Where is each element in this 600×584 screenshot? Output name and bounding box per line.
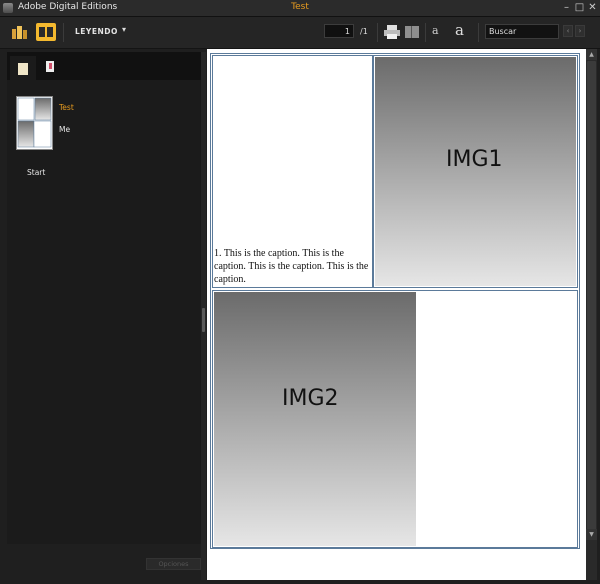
tab-thumbnails[interactable]: [10, 56, 36, 80]
toolbar-separator: [425, 23, 426, 42]
fit-page-icon[interactable]: [403, 24, 421, 40]
img2-row: IMG2: [212, 290, 578, 548]
img2-label: IMG2: [282, 386, 339, 411]
tab-bookmarks[interactable]: [37, 56, 63, 80]
page-total: /1: [360, 27, 368, 36]
reading-view-icon[interactable]: [36, 23, 56, 41]
search-prev-button[interactable]: ‹: [563, 25, 573, 37]
printer-icon[interactable]: [383, 24, 401, 40]
toc-item-me[interactable]: Me: [59, 125, 70, 134]
sidebar-tabs: [7, 52, 201, 80]
library-books-icon[interactable]: [11, 24, 29, 40]
caption-cell: 1. This is the caption. This is the capt…: [212, 55, 373, 288]
img1-label: IMG1: [446, 147, 503, 172]
options-button[interactable]: Opciones: [146, 558, 201, 570]
toolbar-separator: [377, 23, 378, 42]
splitter-handle[interactable]: [202, 308, 205, 332]
toolbar-separator: [478, 23, 479, 42]
document-view: 1. This is the caption. This is the capt…: [207, 49, 586, 580]
img2-image: [214, 292, 416, 546]
img1-cell: IMG1: [373, 55, 578, 288]
page-thumbnail[interactable]: [16, 96, 53, 150]
minimize-button[interactable]: –: [561, 2, 572, 13]
mode-label[interactable]: LEYENDO: [75, 27, 118, 36]
close-button[interactable]: ✕: [587, 2, 598, 13]
font-decrease-button[interactable]: a: [432, 24, 450, 40]
search-input[interactable]: Buscar: [485, 24, 559, 39]
document-title: Test: [291, 2, 309, 12]
vertical-scrollbar[interactable]: ▲ ▼: [586, 49, 597, 580]
toolbar-separator: [63, 23, 64, 42]
search-next-button[interactable]: ›: [575, 25, 585, 37]
toc-item-start[interactable]: Start: [27, 168, 45, 177]
scroll-up-icon[interactable]: ▲: [586, 49, 597, 60]
title-bar: Adobe Digital Editions Test – □ ✕: [0, 0, 600, 17]
chevron-down-icon[interactable]: ▾: [122, 25, 126, 34]
font-increase-button[interactable]: a: [455, 21, 473, 39]
maximize-button[interactable]: □: [574, 2, 585, 13]
page-number-input[interactable]: 1: [324, 24, 354, 38]
bookmark-icon: [46, 61, 54, 72]
toc-item-test[interactable]: Test: [59, 103, 74, 112]
scroll-down-icon[interactable]: ▼: [586, 529, 597, 540]
scroll-thumb[interactable]: [587, 61, 596, 536]
sidebar: Test Me Start: [7, 52, 201, 544]
caption-text: 1. This is the caption. This is the capt…: [214, 248, 369, 285]
page-thumbnail-icon: [18, 63, 28, 75]
toolbar: LEYENDO ▾ 1 /1 a a Buscar ‹ ›: [0, 17, 600, 49]
